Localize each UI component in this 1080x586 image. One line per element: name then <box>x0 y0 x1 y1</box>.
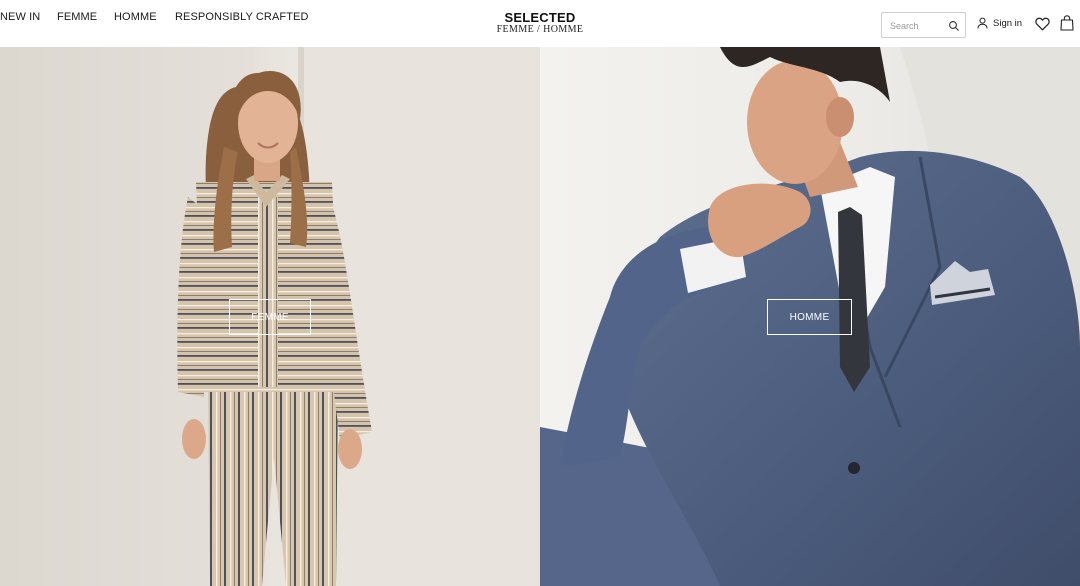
brand-logo[interactable]: SELECTED FEMME / HOMME <box>490 11 590 36</box>
nav-homme[interactable]: HOMME <box>114 11 157 23</box>
user-icon <box>977 17 988 29</box>
femme-hero[interactable]: FEMME <box>0 47 540 586</box>
search-icon[interactable] <box>948 20 960 32</box>
nav-responsibly-crafted[interactable]: RESPONSIBLY CRAFTED <box>175 11 309 23</box>
nav-femme[interactable]: FEMME <box>57 11 97 23</box>
search-box[interactable] <box>881 12 966 38</box>
site-header: NEW IN FEMME HOMME RESPONSIBLY CRAFTED S… <box>0 0 1080 47</box>
sign-in-link[interactable]: Sign in <box>977 17 1022 29</box>
sign-in-label: Sign in <box>993 17 1023 29</box>
heart-icon[interactable] <box>1035 17 1050 31</box>
search-input[interactable] <box>890 19 948 33</box>
homme-hero[interactable]: HOMME <box>540 47 1080 586</box>
bag-icon[interactable] <box>1060 15 1074 31</box>
logo-wordmark: SELECTED <box>504 10 576 25</box>
logo-subline: FEMME / HOMME <box>496 24 584 35</box>
nav-new-in[interactable]: NEW IN <box>0 11 40 23</box>
homme-cta-button[interactable]: HOMME <box>767 299 852 335</box>
femme-cta-button[interactable]: FEMME <box>229 299 311 335</box>
